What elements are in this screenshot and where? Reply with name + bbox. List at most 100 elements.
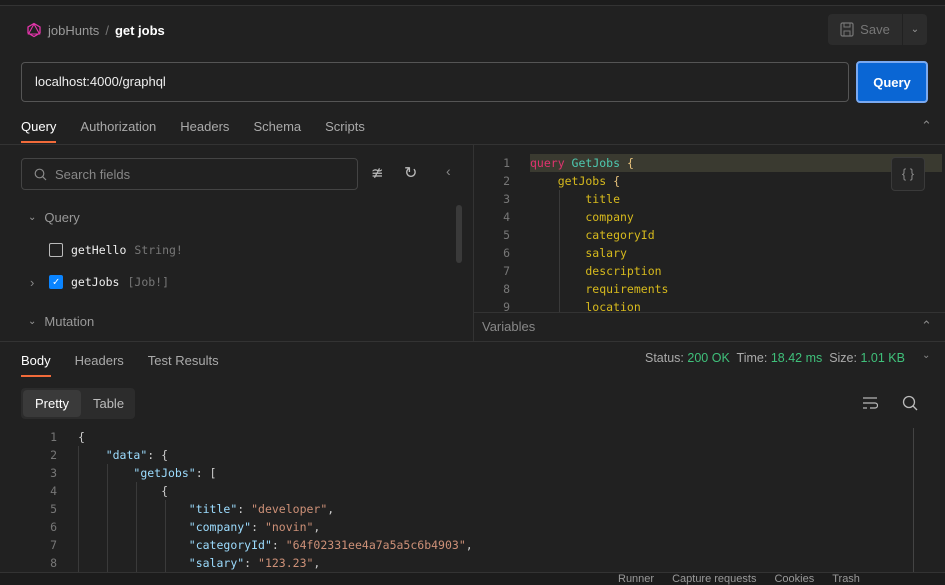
line-text: getJobs { xyxy=(530,172,620,190)
tab-query[interactable]: Query xyxy=(21,119,57,143)
line-text: "data": { xyxy=(78,446,168,464)
response-line: 7 "categoryId": "64f02331ee4a7a5a5c6b490… xyxy=(0,536,915,554)
editor-line[interactable]: 2 getJobs { xyxy=(474,172,942,190)
editor-line[interactable]: 3 title xyxy=(474,190,942,208)
token: "64f02331ee4a7a5a5c6b4903" xyxy=(285,538,466,552)
chevron-down-icon: ⌄ xyxy=(28,316,37,327)
editor-line[interactable]: 8 requirements xyxy=(474,280,942,298)
view-pretty[interactable]: Pretty xyxy=(23,390,81,417)
line-number: 5 xyxy=(503,228,510,242)
line-number: 8 xyxy=(50,556,57,570)
line-number: 1 xyxy=(503,156,510,170)
token: { xyxy=(613,174,621,188)
expand-variables-icon[interactable]: ⌃ xyxy=(921,318,932,334)
capture-requests-button[interactable]: Capture requests xyxy=(672,573,756,585)
editor-line[interactable]: 7 description xyxy=(474,262,942,280)
token: location xyxy=(530,300,641,312)
save-button[interactable]: Save xyxy=(828,14,902,45)
token: getJobs xyxy=(530,174,614,188)
token: : { xyxy=(147,448,169,462)
editor-line[interactable]: 5 categoryId xyxy=(474,226,942,244)
chevron-down-icon[interactable]: ⌄ xyxy=(922,350,930,361)
cookies-button[interactable]: Cookies xyxy=(774,573,814,585)
response-line: 6 "company": "novin", xyxy=(0,518,915,536)
editor-line[interactable]: 9 location xyxy=(474,298,942,312)
query-editor[interactable]: 1 query GetJobs {2 getJobs {3 title 4 comp… xyxy=(0,154,945,312)
response-line: 4 { xyxy=(0,482,915,500)
line-number: 4 xyxy=(50,484,57,498)
line-text: description xyxy=(530,262,661,280)
status-code[interactable]: 200 OK xyxy=(687,351,729,365)
variables-label[interactable]: Variables xyxy=(482,319,535,334)
runner-button[interactable]: Runner xyxy=(618,573,654,585)
braces-icon: { } xyxy=(901,166,915,181)
response-time[interactable]: 18.42 ms xyxy=(771,351,822,365)
tab-body[interactable]: Body xyxy=(21,353,51,377)
tab-scripts[interactable]: Scripts xyxy=(325,119,365,134)
tab-response-headers[interactable]: Headers xyxy=(75,353,124,368)
response-line: 2 "data": { xyxy=(0,446,915,464)
tab-authorization[interactable]: Authorization xyxy=(80,119,156,134)
token: { xyxy=(78,484,169,498)
line-number: 6 xyxy=(50,520,57,534)
chevron-down-icon: ⌄ xyxy=(910,24,920,35)
line-number: 3 xyxy=(503,192,510,206)
indent-guide xyxy=(559,190,560,312)
token: "123.23" xyxy=(258,556,314,570)
divider xyxy=(0,341,945,342)
response-line: 5 "title": "developer", xyxy=(0,500,915,518)
token: { xyxy=(78,430,85,444)
token: categoryId xyxy=(530,228,655,242)
token: , xyxy=(465,538,473,552)
line-text: categoryId xyxy=(530,226,655,244)
line-text: company xyxy=(530,208,634,226)
view-mode-toggle: Pretty Table xyxy=(21,388,135,419)
response-scrollbar[interactable] xyxy=(913,428,914,572)
divider xyxy=(474,312,945,313)
token: "title" xyxy=(188,502,238,516)
collapse-request-icon[interactable]: ⌃ xyxy=(921,118,932,134)
editor-line[interactable]: 1 query GetJobs { xyxy=(474,154,942,172)
section-mutation[interactable]: ⌄ Mutation xyxy=(28,314,94,329)
line-number: 2 xyxy=(50,448,57,462)
save-options-dropdown[interactable]: ⌄ xyxy=(903,14,927,45)
line-text: "categoryId": "64f02331ee4a7a5a5c6b4903"… xyxy=(78,536,473,554)
view-table[interactable]: Table xyxy=(81,390,136,417)
response-body[interactable]: 1{2 "data": {3 "getJobs": [4 {5 "title":… xyxy=(0,428,915,572)
token: "company" xyxy=(188,520,252,534)
token: company xyxy=(530,210,634,224)
token: "developer" xyxy=(251,502,328,516)
token: salary xyxy=(530,246,627,260)
prettify-button[interactable]: { } xyxy=(891,157,925,191)
breadcrumb-collection[interactable]: jobHunts xyxy=(48,23,99,38)
breadcrumb-separator: / xyxy=(105,22,109,38)
query-button[interactable]: Query xyxy=(856,61,928,103)
status-bar: Runner Capture requests Cookies Trash xyxy=(0,572,945,585)
editor-line[interactable]: 4 company xyxy=(474,208,942,226)
request-name[interactable]: get jobs xyxy=(115,23,165,38)
token: requirements xyxy=(530,282,669,296)
size-label: Size: xyxy=(829,351,857,365)
trash-button[interactable]: Trash xyxy=(832,573,860,585)
wrap-lines-icon[interactable] xyxy=(862,396,878,410)
line-number: 7 xyxy=(503,264,510,278)
line-text: "salary": "123.23", xyxy=(78,554,321,572)
token: : xyxy=(237,502,252,516)
line-text: { xyxy=(78,428,85,446)
token: { xyxy=(620,156,634,170)
response-size[interactable]: 1.01 KB xyxy=(860,351,904,365)
token: : xyxy=(244,556,259,570)
search-icon[interactable] xyxy=(902,395,918,411)
url-input[interactable]: localhost:4000/graphql xyxy=(21,62,849,102)
response-tabs: Body Headers Test Results xyxy=(21,353,219,377)
token: "categoryId" xyxy=(188,538,272,552)
save-label: Save xyxy=(860,22,890,37)
editor-line[interactable]: 6 salary xyxy=(474,244,942,262)
tab-test-results[interactable]: Test Results xyxy=(148,353,219,368)
response-meta: Status: 200 OK Time: 18.42 ms Size: 1.01… xyxy=(645,351,905,365)
tab-headers[interactable]: Headers xyxy=(180,119,229,134)
tab-schema[interactable]: Schema xyxy=(253,119,301,134)
